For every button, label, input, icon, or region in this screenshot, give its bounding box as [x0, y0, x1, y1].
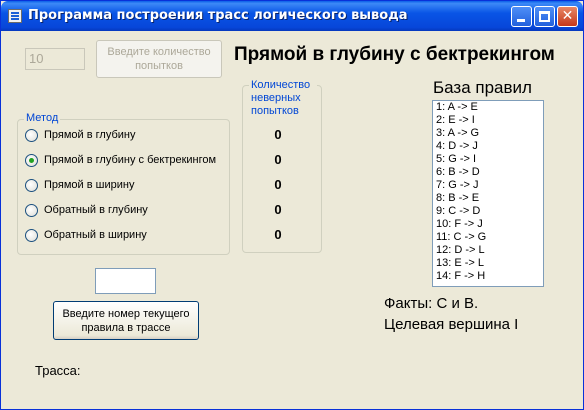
rule-list-item[interactable]: 8: B -> E	[433, 192, 543, 205]
radio-button[interactable]	[25, 128, 38, 142]
rule-list-item[interactable]: 13: E -> L	[433, 257, 543, 270]
radio-button[interactable]	[25, 203, 38, 217]
wrong-attempts-count: 0	[274, 152, 282, 167]
radio-button[interactable]	[25, 228, 38, 242]
wrong-attempts-count: 0	[274, 177, 282, 192]
title-bar[interactable]: Программа построения трасс логического в…	[1, 1, 583, 31]
wrong-attempts-count: 0	[274, 202, 282, 217]
window-title: Программа построения трасс логического в…	[28, 8, 408, 23]
wrong-attempts-count: 0	[274, 227, 282, 242]
rule-list-item[interactable]: 6: B -> D	[433, 166, 543, 179]
rules-title: База правил	[433, 78, 532, 97]
close-icon: ✕	[561, 8, 574, 24]
enter-attempts-button[interactable]: Введите количество попытков	[96, 40, 222, 78]
rule-number-input[interactable]	[95, 268, 156, 294]
wrong-attempts-count: 0	[274, 127, 282, 142]
maximize-button[interactable]	[534, 6, 555, 27]
method-option-label: Прямой в глубину с бектрекингом	[44, 154, 217, 166]
method-group-label: Метод	[24, 112, 61, 125]
method-option[interactable]: Прямой в глубину	[25, 127, 135, 143]
rule-list-item[interactable]: 14: F -> H	[433, 270, 543, 283]
method-option[interactable]: Обратный в ширину	[25, 227, 147, 243]
method-option-label: Обратный в ширину	[44, 229, 147, 241]
goal-text: Целевая вершина I	[384, 316, 519, 333]
app-icon	[8, 9, 22, 23]
method-option-label: Обратный в глубину	[44, 204, 148, 216]
rule-list-item[interactable]: 9: C -> D	[433, 205, 543, 218]
facts-text: Факты: C и B.	[384, 295, 479, 312]
rule-list-item[interactable]: 7: G -> J	[433, 179, 543, 192]
trace-label: Трасса:	[35, 363, 81, 378]
radio-button[interactable]	[25, 178, 38, 192]
method-option[interactable]: Прямой в глубину с бектрекингом	[25, 152, 216, 168]
wrong-attempts-label: Количество неверных попытков	[249, 79, 317, 118]
rule-list-item[interactable]: 1: A -> E	[433, 101, 543, 114]
radio-button[interactable]	[25, 153, 38, 167]
rule-list-item[interactable]: 5: G -> I	[433, 153, 543, 166]
current-method-title: Прямой в глубину с бектрекингом	[234, 44, 555, 65]
enter-rule-number-button[interactable]: Введите номер текущего правила в трассе	[53, 301, 199, 340]
maximize-icon	[539, 11, 550, 22]
attempts-input[interactable]: 10	[25, 48, 85, 70]
method-option[interactable]: Обратный в глубину	[25, 202, 148, 218]
method-option-label: Прямой в ширину	[44, 179, 135, 191]
rules-listbox[interactable]: 1: A -> E 2: E -> I 3: A -> G 4: D -> J 5: G…	[432, 100, 544, 287]
main-window: Программа построения трасс логического в…	[0, 0, 584, 410]
method-option[interactable]: Прямой в ширину	[25, 177, 134, 193]
rule-list-item[interactable]: 3: A -> G	[433, 127, 543, 140]
rule-list-item[interactable]: 12: D -> L	[433, 244, 543, 257]
minimize-button[interactable]	[511, 6, 532, 27]
close-button[interactable]: ✕	[557, 6, 578, 27]
method-option-label: Прямой в глубину	[44, 129, 136, 141]
minimize-icon	[517, 19, 525, 22]
rule-list-item[interactable]: 11: C -> G	[433, 231, 543, 244]
rule-list-item[interactable]: 10: F -> J	[433, 218, 543, 231]
rule-list-item[interactable]: 4: D -> J	[433, 140, 543, 153]
rules-list: 1: A -> E 2: E -> I 3: A -> G 4: D -> J 5: G…	[433, 101, 543, 283]
rule-list-item[interactable]: 2: E -> I	[433, 114, 543, 127]
